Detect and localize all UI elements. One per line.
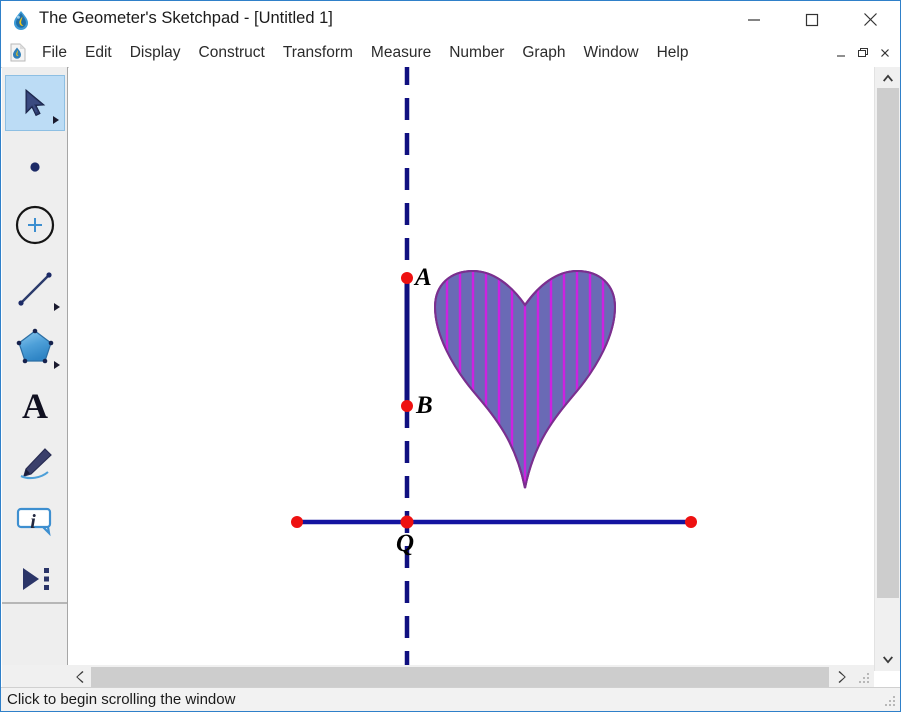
label-point-q[interactable]: Q [396, 531, 414, 556]
point-b[interactable] [401, 400, 413, 412]
scroll-left-button[interactable] [69, 665, 91, 689]
flyout-arrow-icon[interactable] [54, 303, 60, 311]
straightedge-tool[interactable] [5, 261, 65, 317]
marker-tool[interactable] [5, 435, 65, 491]
menu-item-graph[interactable]: Graph [513, 38, 574, 67]
information-tool[interactable]: i [5, 493, 65, 549]
vertical-scrollbar[interactable] [874, 67, 900, 671]
document-droplet-icon [9, 43, 27, 62]
window-minimize-button[interactable] [731, 1, 777, 38]
label-point-b[interactable]: B [416, 393, 433, 418]
toolbox-divider [2, 602, 67, 604]
scroll-down-button[interactable] [875, 650, 901, 671]
status-message: Click to begin scrolling the window [7, 691, 235, 708]
menu-item-number[interactable]: Number [440, 38, 513, 67]
menu-item-construct[interactable]: Construct [190, 38, 274, 67]
scroll-up-button[interactable] [875, 67, 901, 88]
menu-item-transform[interactable]: Transform [274, 38, 362, 67]
compass-circle-tool[interactable] [5, 197, 65, 253]
point-tool[interactable] [5, 139, 65, 195]
segment-endpoint-left[interactable] [291, 516, 303, 528]
mdi-close-button[interactable] [874, 42, 896, 64]
toolbox-footer [2, 665, 69, 689]
horizontal-scrollbar[interactable] [69, 665, 874, 689]
svg-text:i: i [30, 511, 36, 533]
resize-grip-icon[interactable] [856, 669, 872, 685]
menu-item-edit[interactable]: Edit [76, 38, 121, 67]
custom-tool[interactable] [5, 551, 65, 607]
menu-bar: File Edit Display Construct Transform Me… [1, 38, 900, 68]
svg-text:A: A [22, 386, 48, 424]
menu-item-display[interactable]: Display [121, 38, 190, 67]
label-point-a[interactable]: A [415, 265, 432, 290]
window-resize-grip-icon[interactable] [883, 694, 897, 708]
status-bar: Click to begin scrolling the window [1, 687, 900, 711]
point-q[interactable] [401, 516, 414, 529]
menu-item-window[interactable]: Window [574, 38, 647, 67]
point-a[interactable] [401, 272, 413, 284]
text-tool[interactable]: A [5, 377, 65, 433]
scroll-right-button[interactable] [830, 665, 852, 689]
window-title: The Geometer's Sketchpad - [Untitled 1] [39, 9, 333, 28]
mdi-window-controls [830, 41, 896, 64]
menu-item-measure[interactable]: Measure [362, 38, 440, 67]
window-close-button[interactable] [847, 1, 893, 38]
mdi-restore-button[interactable] [852, 42, 874, 64]
polygon-tool[interactable] [5, 319, 65, 375]
vertical-scroll-thumb[interactable] [877, 88, 899, 598]
horizontal-scroll-thumb[interactable] [91, 667, 829, 687]
flyout-arrow-icon[interactable] [54, 361, 60, 369]
sketch-canvas[interactable]: A B Q [69, 67, 874, 671]
mdi-minimize-button[interactable] [830, 42, 852, 64]
application-window: The Geometer's Sketchpad - [Untitled 1] … [0, 0, 901, 712]
menu-item-help[interactable]: Help [648, 38, 698, 67]
window-maximize-button[interactable] [789, 1, 835, 38]
arrow-select-tool[interactable] [5, 75, 65, 131]
sketch-drawing [69, 67, 874, 671]
segment-endpoint-right[interactable] [685, 516, 697, 528]
title-bar: The Geometer's Sketchpad - [Untitled 1] [1, 1, 900, 38]
menu-item-list: File Edit Display Construct Transform Me… [33, 38, 698, 67]
tool-palette: A i [2, 67, 68, 671]
menu-item-file[interactable]: File [33, 38, 76, 67]
sketchpad-droplet-icon [11, 10, 31, 30]
flyout-arrow-icon[interactable] [53, 116, 59, 124]
